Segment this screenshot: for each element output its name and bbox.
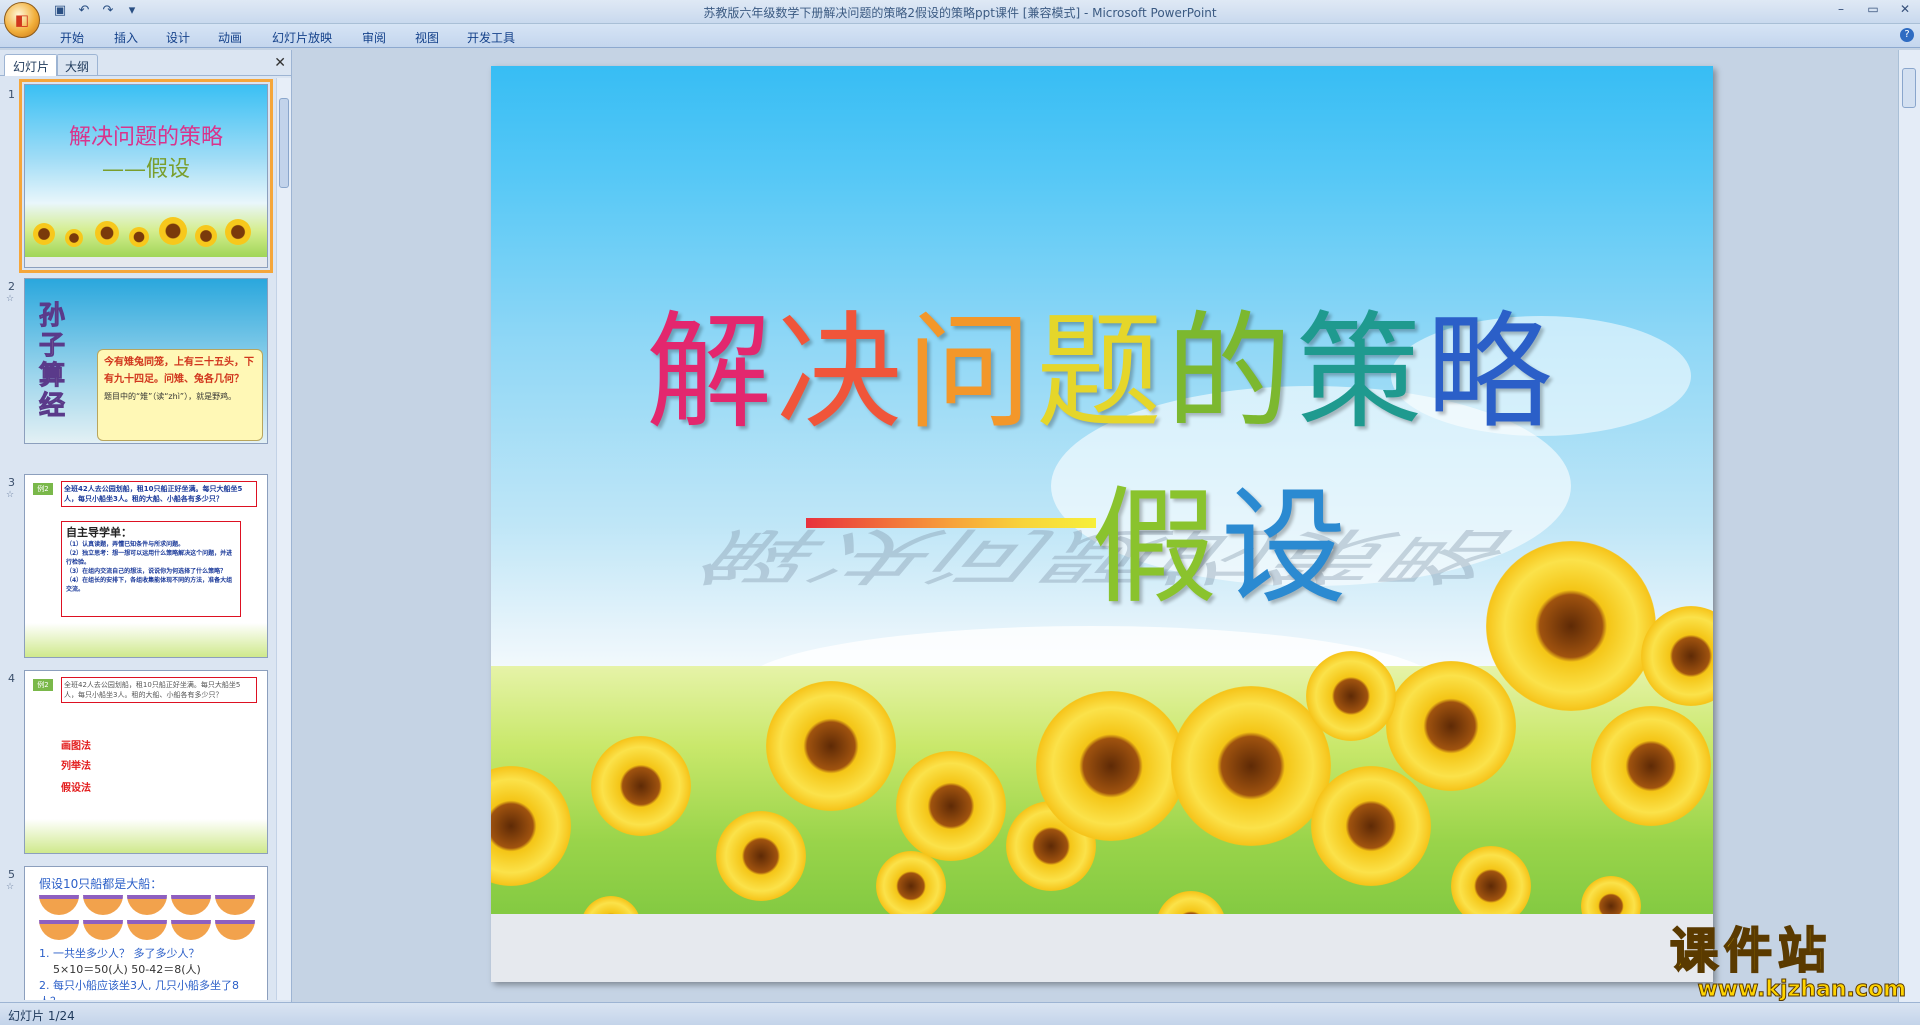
sunflower (1311, 766, 1431, 886)
title-char: 略 (1426, 299, 1556, 446)
title-char: 解 (646, 299, 776, 446)
subtitle-char: 设 (1221, 474, 1351, 621)
maximize-icon[interactable]: ▭ (1864, 2, 1882, 18)
title-char: 问 (906, 299, 1036, 446)
sunflower (1486, 541, 1656, 711)
ribbon-tabs: 开始 插入 设计 动画 幻灯片放映 审阅 视图 开发工具 ? (0, 24, 1920, 48)
slides-pane-scrollbar[interactable] (276, 78, 291, 1000)
tab-home[interactable]: 开始 (60, 29, 84, 46)
slide-title[interactable]: 解决问题的策略 (591, 271, 1611, 453)
minimize-icon[interactable]: – (1832, 2, 1850, 18)
tab-design[interactable]: 设计 (166, 29, 190, 46)
tab-insert[interactable]: 插入 (114, 29, 138, 46)
thumbnail-number: 4 (8, 672, 15, 685)
sunflower (766, 681, 896, 811)
main-scrollbar[interactable] (1898, 50, 1920, 1002)
window-title: 苏教版六年级数学下册解决问题的策略2假设的策略ppt课件 [兼容模式] - Mi… (703, 6, 1217, 20)
thumbnail-number: 2 (8, 280, 15, 293)
thumbnail-slide-1[interactable]: 解决问题的策略 ——假设 (19, 79, 273, 273)
close-icon[interactable]: ✕ (1896, 2, 1914, 18)
thumb3-step: （2）独立思考：想一想可以运用什么策略解决这个问题，并进行检验。 (66, 550, 233, 566)
thumb4-problem: 全班42人去公园划船，租10只船正好坐满。每只大船坐5人，每只小船坐3人。租的大… (61, 677, 257, 703)
tab-developer[interactable]: 开发工具 (467, 29, 515, 46)
sunflower (716, 811, 806, 901)
scrollbar-thumb[interactable] (279, 98, 289, 188)
tab-view[interactable]: 视图 (415, 29, 439, 46)
sunflower (1306, 651, 1396, 741)
pane-tabs: 幻灯片 大纲 ✕ (0, 50, 292, 76)
thumb2-scroll-text: 今有雉兔同笼，上有三十五头，下有九十四足。问雉、兔各几何？ (104, 357, 254, 385)
tab-slides[interactable]: 幻灯片 (4, 54, 59, 76)
thumbnail-slide-3[interactable]: 例2 全班42人去公园划船，租10只船正好坐满。每只大船坐5人，每只小船坐3人。… (24, 474, 268, 658)
animation-star-icon: ☆ (6, 294, 15, 304)
thumb3-step: （4）在组长的安排下，各组收集能体现不同的方法，准备大组交流。 (66, 577, 233, 593)
animation-star-icon: ☆ (6, 490, 15, 500)
thumbnail-slide-2[interactable]: 孙子算经 今有雉兔同笼，上有三十五头，下有九十四足。问雉、兔各几何？ 题目中的“… (24, 278, 268, 444)
office-button[interactable]: ◧ (4, 2, 40, 38)
window-controls: – ▭ ✕ (1832, 2, 1914, 18)
thumb3-step: （1）认真读题，弄懂已知条件与所求问题。 (66, 541, 185, 548)
status-bar: 幻灯片 1/24 (0, 1002, 1920, 1025)
slide-subtitle[interactable]: ——假设 (1091, 446, 1351, 628)
thumb3-tag: 例2 (33, 483, 53, 495)
thumb3-problem: 全班42人去公园划船，租10只船正好坐满。每只大船坐5人，每只小船坐3人。租的大… (61, 481, 257, 507)
tab-animations[interactable]: 动画 (218, 29, 242, 46)
sunflower (876, 851, 946, 921)
title-char: 策 (1296, 299, 1426, 446)
close-pane-icon[interactable]: ✕ (274, 55, 286, 71)
thumbnail-number: 5 (8, 868, 15, 881)
watermark-url: www.kjzhan.com (1697, 977, 1907, 1003)
sunflower (1036, 691, 1186, 841)
sunflower (591, 736, 691, 836)
sunflower (1386, 661, 1516, 791)
watermark-title: 课件站 (1669, 923, 1833, 979)
sunflower (896, 751, 1006, 861)
title-char: 决 (776, 299, 906, 446)
thumb2-note: 题目中的“雉”（读“zhì”），就是野鸡。 (104, 392, 237, 401)
subtitle-dash (806, 518, 1096, 528)
thumbnail-number: 1 (8, 88, 15, 101)
thumbnail-slide-5[interactable]: 假设10只船都是大船： 1. 一共坐多少人？ 多了多少人？ 5×10＝50(人)… (24, 866, 268, 1000)
tab-slideshow[interactable]: 幻灯片放映 (272, 29, 332, 46)
thumb4-method: 画图法 (61, 741, 91, 752)
thumb5-line: 5×10＝50(人) 50-42＝8(人) (53, 963, 201, 976)
thumb5-heading: 假设10只船都是大船： (39, 877, 163, 891)
title-char: 题 (1036, 299, 1166, 446)
thumb5-line: 2. 每只小船应该坐3人, 几只小船多坐了8人？ (39, 979, 239, 1000)
thumb3-heading: 自主导学单： (66, 526, 132, 539)
tab-outline[interactable]: 大纲 (56, 54, 99, 76)
thumb4-method: 假设法 (61, 783, 91, 794)
thumb4-method: 列举法 (61, 761, 91, 772)
slide-counter: 幻灯片 1/24 (8, 1009, 75, 1023)
current-slide[interactable]: 解决问题的策略 解决问题的策略 ——假设 (491, 66, 1713, 982)
thumb4-tag: 例2 (33, 679, 53, 691)
thumbnail-slide-4[interactable]: 例2 全班42人去公园划船，租10只船正好坐满。每只大船坐5人，每只小船坐3人。… (24, 670, 268, 854)
title-bar: ◧ ▣ ↶ ↷ ▾ 苏教版六年级数学下册解决问题的策略2假设的策略ppt课件 [… (0, 0, 1920, 38)
thumb1-subtitle: ——假设 (101, 157, 190, 182)
tab-review[interactable]: 审阅 (362, 29, 386, 46)
slides-pane: 幻灯片 大纲 ✕ 1 解决问题的策略 ——假设 2 ☆ 孙子算经 今有雉兔同笼，… (0, 50, 292, 1002)
subtitle-char: 假 (1091, 474, 1221, 621)
thumb5-line: 1. 一共坐多少人？ 多了多少人？ (39, 947, 200, 960)
thumb3-step: （3）在组内交流自己的想法，说说你为何选择了什么策略？ (66, 568, 227, 575)
office-logo-icon: ◧ (14, 11, 30, 29)
thumbnail-list: 1 解决问题的策略 ——假设 2 ☆ 孙子算经 今有雉兔同笼，上有三十五头，下有 (0, 78, 276, 1000)
animation-star-icon: ☆ (6, 882, 15, 892)
help-icon[interactable]: ? (1900, 28, 1914, 42)
watermark-logo: 课件站 www.kjzhan.com (1669, 923, 1907, 1003)
scrollbar-thumb[interactable] (1902, 68, 1916, 108)
thumbnail-number: 3 (8, 476, 15, 489)
title-char: 的 (1166, 299, 1296, 446)
slide-bottom-band (491, 914, 1713, 982)
sunflower (1591, 706, 1711, 826)
thumb2-side-title: 孙子算经 (39, 301, 66, 422)
sunflower (1171, 686, 1331, 846)
thumb1-title: 解决问题的策略 (68, 125, 223, 150)
